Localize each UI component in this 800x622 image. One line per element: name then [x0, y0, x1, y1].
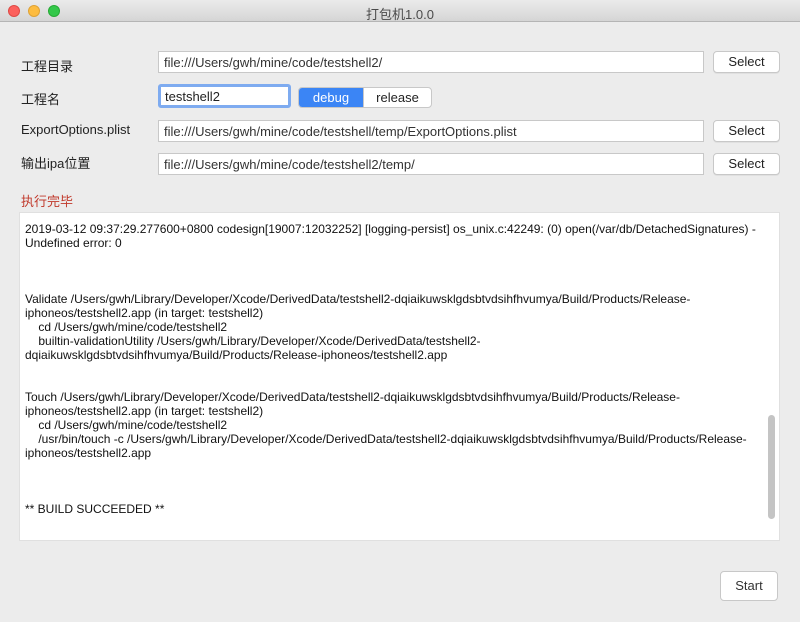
output-ipa-field[interactable]: file:///Users/gwh/mine/code/testshell2/t…	[158, 153, 704, 175]
status-text: 执行完毕	[21, 194, 74, 209]
output-ipa-label: 输出ipa位置	[21, 156, 91, 171]
log-text: 2019-03-12 09:37:29.277600+0800 codesign…	[25, 222, 756, 516]
title-bar: 打包机1.0.0	[0, 0, 800, 22]
project-dir-field[interactable]: file:///Users/gwh/mine/code/testshell2/	[158, 51, 704, 73]
project-dir-label: 工程目录	[21, 59, 74, 74]
build-config-segmented-control: debug release	[298, 87, 432, 108]
project-dir-select-button[interactable]: Select	[713, 51, 780, 73]
log-scrollbar-thumb[interactable]	[768, 415, 775, 519]
log-scrollbar[interactable]	[766, 224, 777, 529]
config-option-release[interactable]: release	[363, 88, 431, 107]
export-options-field[interactable]: file:///Users/gwh/mine/code/testshell/te…	[158, 120, 704, 142]
export-options-select-button[interactable]: Select	[713, 120, 780, 142]
config-option-debug[interactable]: debug	[299, 88, 363, 107]
export-options-label: ExportOptions.plist	[21, 122, 131, 137]
window-title: 打包机1.0.0	[366, 7, 434, 22]
start-button[interactable]: Start	[720, 571, 778, 601]
project-name-label: 工程名	[21, 92, 61, 107]
project-name-input[interactable]: testshell2	[158, 84, 291, 108]
log-output[interactable]: 2019-03-12 09:37:29.277600+0800 codesign…	[19, 212, 780, 541]
output-ipa-select-button[interactable]: Select	[713, 153, 780, 175]
